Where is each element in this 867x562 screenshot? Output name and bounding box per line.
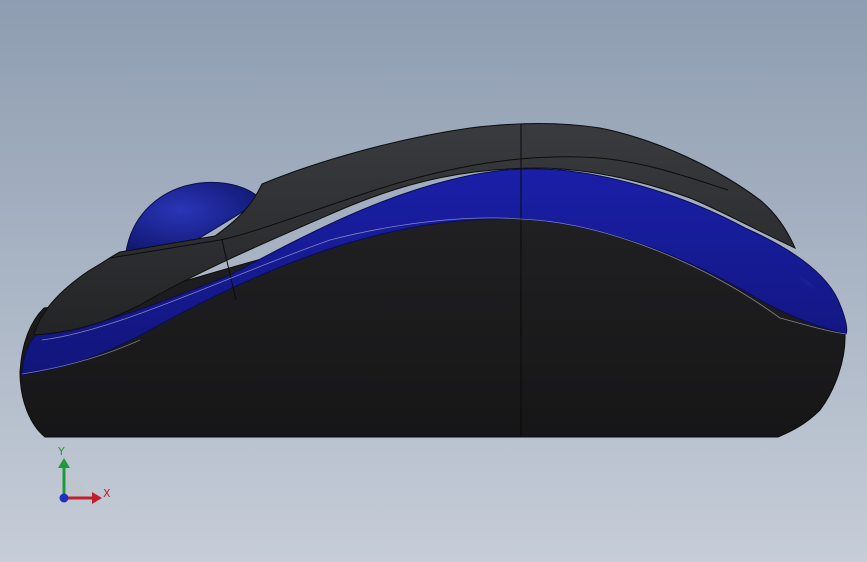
graphics-viewport[interactable]: Y X	[0, 0, 867, 562]
y-axis-label: Y	[57, 445, 65, 458]
x-axis-label: X	[103, 487, 111, 500]
z-axis-dot	[59, 493, 69, 503]
model-canvas[interactable]: Y X	[0, 0, 867, 562]
